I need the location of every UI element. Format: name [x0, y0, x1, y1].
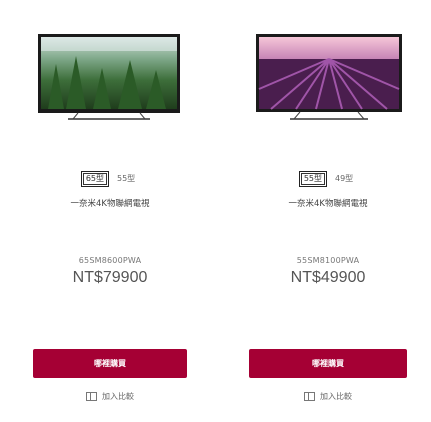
product-image[interactable]: [256, 34, 402, 120]
compare-icon: [304, 392, 315, 401]
compare-label: 加入比較: [320, 392, 352, 401]
model-number: 55SM8100PWA: [296, 256, 360, 265]
product-card: 65型 55型 一奈米4K物聯網電視 65SM8600PWA NT$79900 …: [30, 0, 190, 422]
where-to-buy-button[interactable]: 哪裡購買: [33, 349, 187, 378]
where-to-buy-button[interactable]: 哪裡購買: [249, 349, 407, 378]
size-option[interactable]: 65型: [80, 171, 109, 187]
add-to-compare[interactable]: 加入比較: [30, 391, 190, 402]
product-image[interactable]: [38, 34, 180, 120]
size-selector: 55型 49型: [248, 171, 408, 187]
product-price: NT$49900: [290, 269, 366, 286]
size-option[interactable]: 49型: [331, 171, 357, 187]
product-title[interactable]: 一奈米4K物聯網電視: [30, 197, 190, 209]
size-option[interactable]: 55型: [113, 171, 139, 187]
compare-label: 加入比較: [102, 392, 134, 401]
add-to-compare[interactable]: 加入比較: [248, 391, 408, 402]
size-option[interactable]: 55型: [298, 171, 327, 187]
product-title[interactable]: 一奈米4K物聯網電視: [248, 197, 408, 209]
compare-icon: [86, 392, 97, 401]
size-selector: 65型 55型: [30, 171, 190, 187]
product-price: NT$79900: [72, 269, 148, 286]
model-number: 65SM8600PWA: [78, 256, 142, 265]
product-card: 55型 49型 一奈米4K物聯網電視 55SM8100PWA NT$49900 …: [248, 0, 408, 422]
